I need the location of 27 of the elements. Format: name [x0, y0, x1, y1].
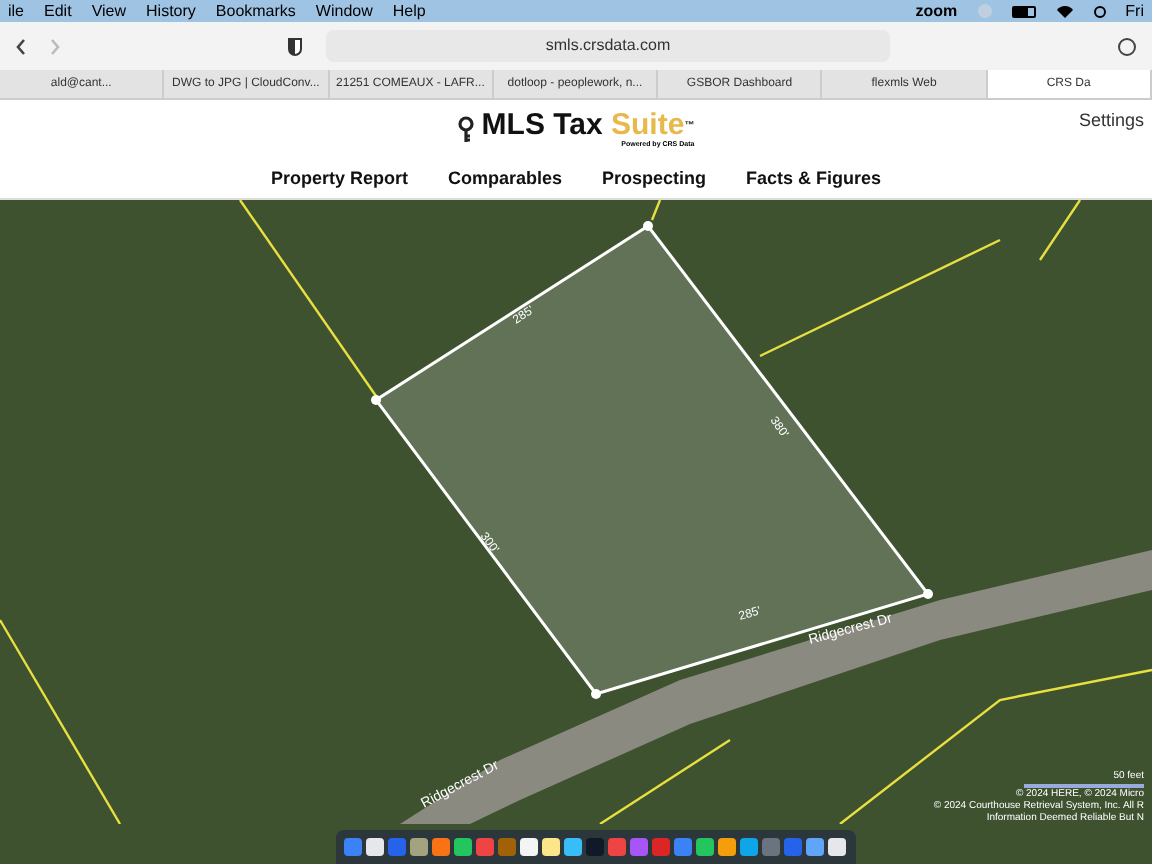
parcel-vertex[interactable]	[923, 589, 933, 599]
key-icon	[457, 116, 474, 144]
nav-link[interactable]: Facts & Figures	[746, 165, 882, 193]
back-icon[interactable]	[16, 37, 26, 55]
logo-text: MLS Tax Suite$^{™}$	[481, 109, 695, 140]
menu-item[interactable]: ile	[8, 0, 25, 23]
clock-text[interactable]: Fri	[1125, 0, 1144, 23]
menu-item[interactable]: Edit	[44, 0, 72, 23]
nav-link[interactable]: Comparables	[447, 165, 562, 193]
menu-item[interactable]: Window	[315, 0, 373, 23]
settings-link[interactable]: Settings	[1078, 108, 1144, 135]
menu-item[interactable]: Bookmarks	[215, 0, 296, 23]
scale-bar	[1024, 784, 1144, 788]
nav-link[interactable]: Prospecting	[602, 165, 707, 193]
menu-item[interactable]: History	[146, 0, 196, 23]
nav-link[interactable]: Property Report	[270, 165, 408, 193]
parcel-vertex[interactable]	[591, 689, 601, 699]
menu-item[interactable]: Help	[392, 0, 426, 23]
menu-item[interactable]: View	[91, 0, 127, 23]
zoom-label[interactable]: zoom	[915, 0, 958, 23]
battery-icon[interactable]	[1011, 5, 1036, 17]
forward-icon[interactable]	[50, 37, 60, 55]
parcel-vertex[interactable]	[371, 395, 381, 405]
parcel-vertex[interactable]	[643, 221, 653, 231]
address-bar[interactable]: smls.crsdata.com	[326, 30, 890, 62]
wifi-icon[interactable]	[1055, 4, 1074, 18]
shield-icon[interactable]	[288, 37, 302, 55]
